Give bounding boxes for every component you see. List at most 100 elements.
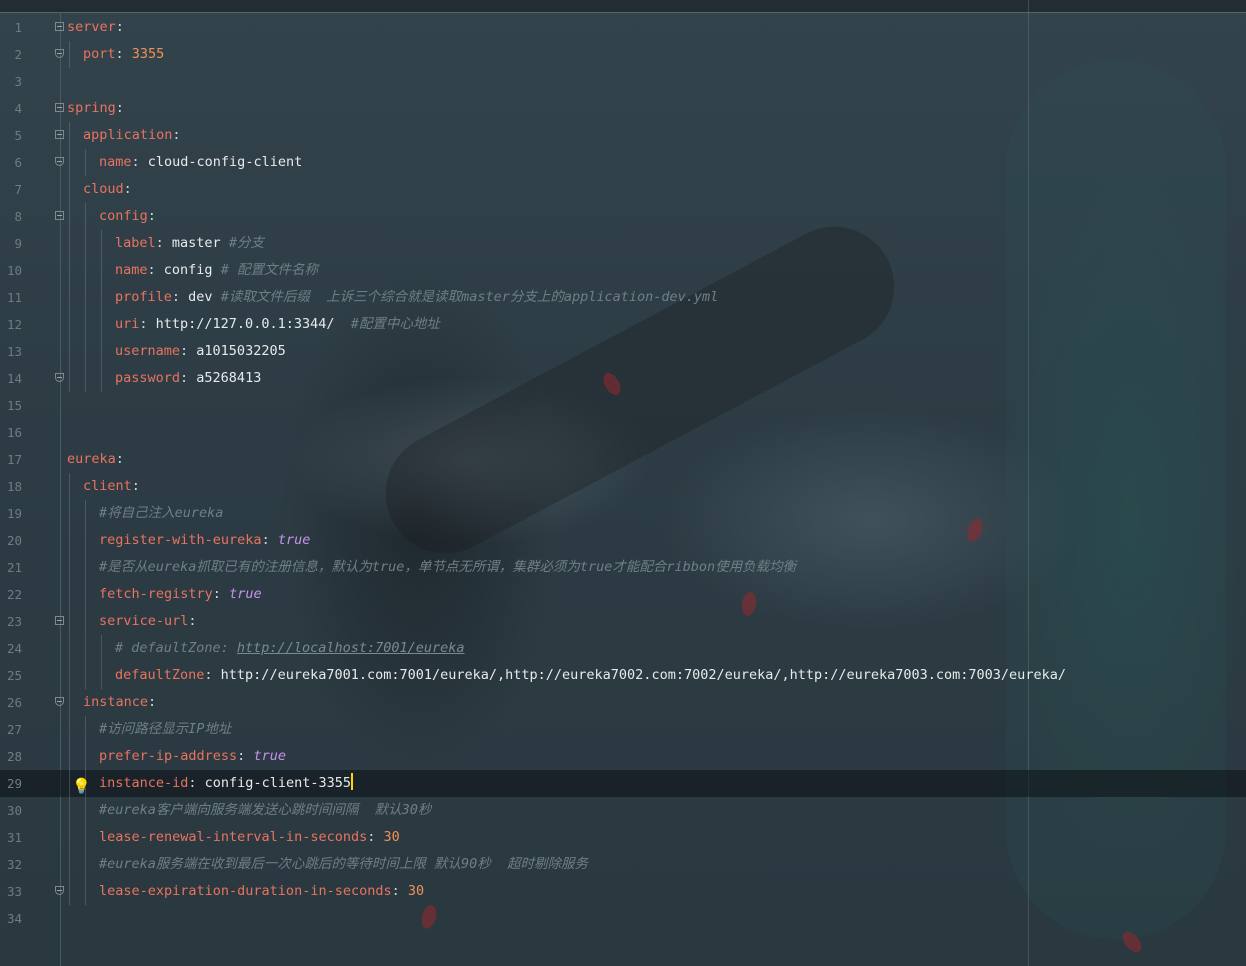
indent-guide <box>85 635 86 662</box>
indent-guide <box>69 311 70 338</box>
line-content: label: master #分支 <box>115 230 264 257</box>
yaml-comment: #eureka客户端向服务端发送心跳时间间隔 默认30秒 <box>99 802 432 818</box>
line-number: 31 <box>6 830 22 845</box>
yaml-key: label <box>115 235 156 251</box>
line-number: 16 <box>6 425 22 440</box>
code-line[interactable]: 12 uri: http://127.0.0.1:3344/ #配置中心地址 <box>0 311 1246 338</box>
indent-guide <box>69 527 70 554</box>
fold-toggle-icon[interactable] <box>55 886 64 895</box>
code-line[interactable]: 19 #将自己注入eureka <box>0 500 1246 527</box>
yaml-separator: : <box>147 262 164 278</box>
yaml-value: config-client-3355 <box>204 775 351 791</box>
code-line[interactable]: 34 <box>0 905 1246 932</box>
code-line[interactable]: 27 #访问路径显示IP地址 <box>0 716 1246 743</box>
code-line[interactable]: 32 #eureka服务端在收到最后一次心跳后的等待时间上限 默认90秒 超时剔除… <box>0 851 1246 878</box>
code-line[interactable]: 29 💡 instance-id: config-client-3355 <box>0 770 1246 797</box>
line-number: 7 <box>14 182 22 197</box>
code-line[interactable]: 5 application: <box>0 122 1246 149</box>
fold-toggle-icon[interactable] <box>55 49 64 58</box>
indent-guide <box>101 257 102 284</box>
yaml-comment-link: http://localhost:7001/eureka <box>236 640 465 656</box>
yaml-separator: : <box>391 883 408 899</box>
code-line[interactable]: 6 name: cloud-config-client <box>0 149 1246 176</box>
line-content: fetch-registry: true <box>99 581 262 608</box>
code-line[interactable]: 13 username: a1015032205 <box>0 338 1246 365</box>
fold-toggle-icon[interactable] <box>55 130 64 139</box>
fold-toggle-icon[interactable] <box>55 103 64 112</box>
yaml-separator: : <box>155 235 172 251</box>
yaml-key: port <box>83 46 116 62</box>
indent-guide <box>85 743 86 770</box>
indent-guide <box>69 608 70 635</box>
line-number: 30 <box>6 803 22 818</box>
code-line[interactable]: 10 name: config # 配置文件名称 <box>0 257 1246 284</box>
code-line[interactable]: 2 port: 3355 <box>0 41 1246 68</box>
code-area[interactable]: 1 server: 2 port: 3355 3 4 spring: 5 application… <box>0 14 1246 932</box>
fold-toggle-icon[interactable] <box>55 697 64 706</box>
line-number: 5 <box>14 128 22 143</box>
indent-guide <box>69 473 70 500</box>
code-line[interactable]: 31 lease-renewal-interval-in-seconds: 30 <box>0 824 1246 851</box>
yaml-key: fetch-registry <box>99 586 213 602</box>
fold-toggle-icon[interactable] <box>55 157 64 166</box>
code-line[interactable]: 21 #是否从eureka抓取已有的注册信息，默认为true，单节点无所谓，集群必… <box>0 554 1246 581</box>
line-content: application: <box>83 122 181 149</box>
code-line[interactable]: 9 label: master #分支 <box>0 230 1246 257</box>
code-line[interactable]: 16 <box>0 419 1246 446</box>
yaml-comment: # 配置文件名称 <box>220 262 318 278</box>
yaml-separator: : <box>204 667 221 683</box>
yaml-comment: #eureka服务端在收到最后一次心跳后的等待时间上限 默认90秒 超时剔除服务 <box>99 856 589 872</box>
yaml-separator: : <box>131 478 140 494</box>
line-number: 28 <box>6 749 22 764</box>
fold-toggle-icon[interactable] <box>55 22 64 31</box>
code-line[interactable]: 11 profile: dev #读取文件后缀 上诉三个综合就是读取master分… <box>0 284 1246 311</box>
line-content: defaultZone: http://eureka7001.com:7001/… <box>115 662 1066 689</box>
code-line[interactable]: 4 spring: <box>0 95 1246 122</box>
code-line[interactable]: 30 #eureka客户端向服务端发送心跳时间间隔 默认30秒 <box>0 797 1246 824</box>
code-line[interactable]: 24 # defaultZone: http://localhost:7001/e… <box>0 635 1246 662</box>
line-number: 1 <box>14 20 22 35</box>
code-line[interactable]: 18 client: <box>0 473 1246 500</box>
indent-guide <box>85 230 86 257</box>
yaml-value: a1015032205 <box>196 343 286 359</box>
yaml-separator: : <box>148 694 157 710</box>
intention-bulb-icon[interactable]: 💡 <box>72 773 91 800</box>
code-line[interactable]: 26 instance: <box>0 689 1246 716</box>
yaml-separator: : <box>188 775 205 791</box>
fold-toggle-icon[interactable] <box>55 373 64 382</box>
yaml-separator: : <box>367 829 384 845</box>
fold-toggle-icon[interactable] <box>55 616 64 625</box>
code-line[interactable]: 14 password: a5268413 <box>0 365 1246 392</box>
code-line[interactable]: 28 prefer-ip-address: true <box>0 743 1246 770</box>
line-content: config: <box>99 203 156 230</box>
code-editor[interactable]: 1 server: 2 port: 3355 3 4 spring: 5 application… <box>0 0 1246 966</box>
code-line[interactable]: 22 fetch-registry: true <box>0 581 1246 608</box>
yaml-separator: : <box>237 748 254 764</box>
line-content: password: a5268413 <box>115 365 261 392</box>
code-line[interactable]: 33 lease-expiration-duration-in-seconds: … <box>0 878 1246 905</box>
indent-guide <box>69 743 70 770</box>
line-content: instance-id: config-client-3355 <box>99 770 353 797</box>
indent-guide <box>85 149 86 176</box>
yaml-boolean: true <box>253 748 286 764</box>
line-content: eureka: <box>67 446 124 473</box>
code-line[interactable]: 7 cloud: <box>0 176 1246 203</box>
line-number: 21 <box>6 560 22 575</box>
code-line[interactable]: 23 service-url: <box>0 608 1246 635</box>
indent-guide <box>101 230 102 257</box>
fold-toggle-icon[interactable] <box>55 211 64 220</box>
line-number: 8 <box>14 209 22 224</box>
yaml-key: eureka <box>67 451 116 467</box>
yaml-comment: #分支 <box>228 235 264 251</box>
code-line[interactable]: 17 eureka: <box>0 446 1246 473</box>
code-line[interactable]: 15 <box>0 392 1246 419</box>
code-line[interactable]: 25 defaultZone: http://eureka7001.com:700… <box>0 662 1246 689</box>
code-line[interactable]: 8 config: <box>0 203 1246 230</box>
code-line[interactable]: 1 server: <box>0 14 1246 41</box>
line-number: 26 <box>6 695 22 710</box>
code-line[interactable]: 20 register-with-eureka: true <box>0 527 1246 554</box>
line-number: 25 <box>6 668 22 683</box>
line-number: 29 <box>6 776 22 791</box>
yaml-key: application <box>83 127 173 143</box>
code-line[interactable]: 3 <box>0 68 1246 95</box>
